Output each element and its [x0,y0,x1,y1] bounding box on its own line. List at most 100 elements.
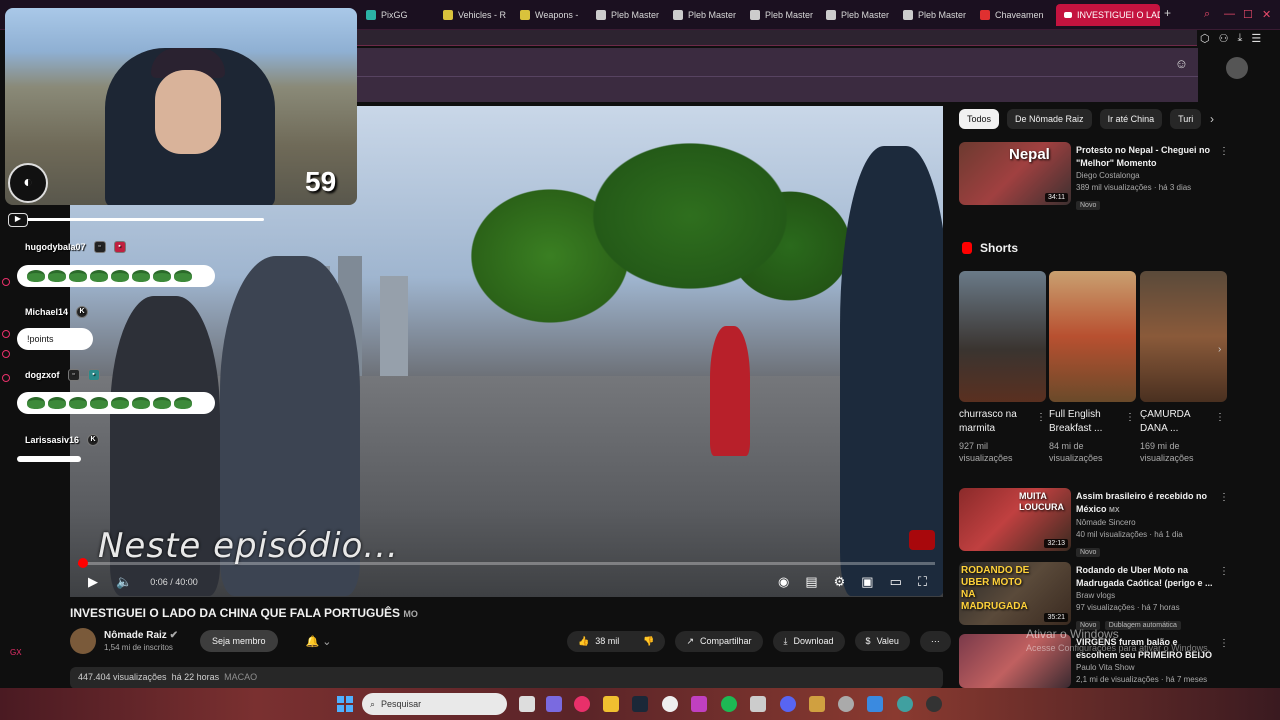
discord-icon[interactable] [780,696,796,712]
frog-emote-icon [27,270,45,282]
theater-mode-icon[interactable]: ▭ [890,574,902,590]
volume-icon[interactable]: 🔈 [116,574,132,590]
app-icon[interactable] [809,696,825,712]
more-options-icon[interactable]: ⋮ [1036,412,1046,423]
more-options-icon[interactable]: ⋮ [1219,566,1229,577]
kick-badge-icon: K [76,306,89,318]
app-icon[interactable] [750,696,766,712]
app-icon[interactable] [691,696,707,712]
progress-bar[interactable] [78,558,935,568]
minimize-icon[interactable]: — [1224,8,1235,20]
more-options-icon[interactable]: ⋮ [1219,146,1229,157]
recommended-video[interactable]: RODANDO DE UBER MOTO NA MADRUGADA 35:21 … [959,562,1259,630]
app-icon[interactable] [926,696,942,712]
emoji-icon[interactable]: ☺ [1175,56,1188,71]
video-thumbnail[interactable]: Nepal 34:11 [959,142,1071,205]
short-title[interactable]: ÇAMURDA DANA ... [1140,408,1216,436]
tab-pleb-master-4[interactable]: Pleb Master [826,4,898,26]
tab-pixgg[interactable]: PixGG [366,4,438,26]
share-button[interactable]: ↗ Compartilhar [675,630,763,652]
stream-logo-icon: ◐ [8,163,48,203]
tab-pleb-master-2[interactable]: Pleb Master [673,4,745,26]
more-options-icon[interactable]: ⋮ [1219,638,1229,649]
sidebar-dot-icon[interactable] [2,330,10,338]
avatar[interactable] [1226,57,1248,79]
channel-name[interactable]: Nômade Raiz ✔ [104,630,178,641]
tab-weapons[interactable]: Weapons - [520,4,592,26]
thumbs-down-icon[interactable]: 👎 [643,636,654,647]
app-icon[interactable] [838,696,854,712]
app-icon[interactable] [662,696,678,712]
frog-emote-icon [174,270,192,282]
windows-start-icon[interactable] [337,696,353,712]
steam-icon[interactable] [632,696,648,712]
feather-icon [596,10,606,20]
chip-all[interactable]: Todos [959,109,1000,129]
opera-gx-icon[interactable] [574,696,590,712]
fullscreen-icon[interactable]: ⛶ [918,574,927,590]
app-icon[interactable] [867,696,883,712]
short-title[interactable]: churrasco na marmita [959,408,1035,436]
tab-pleb-master-3[interactable]: Pleb Master [750,4,822,26]
subscriber-badge-icon: ▫ [93,241,106,253]
tab-active-video[interactable]: INVESTIGUEI O LADO [1056,4,1160,26]
frog-emote-icon [48,270,66,282]
bell-icon[interactable]: 🔔 ⌄ [306,635,332,648]
chip-china[interactable]: Ir até China [1099,109,1163,129]
more-options-icon[interactable]: ⋮ [1215,412,1225,423]
chip-tourism[interactable]: Turi [1170,109,1202,129]
short-title[interactable]: Full English Breakfast ... [1049,408,1125,436]
taskbar-search[interactable]: ⌕ Pesquisar [362,693,507,715]
task-view-icon[interactable] [519,696,535,712]
app-icon[interactable] [897,696,913,712]
more-actions-button[interactable]: ⋯ [919,630,951,652]
extensions-icon[interactable]: ⬡ [1200,32,1210,45]
copilot-icon[interactable] [546,696,562,712]
recommended-video[interactable]: Nepal 34:11 Protesto no Nepal - Cheguei … [959,142,1259,210]
video-thumbnail[interactable]: RODANDO DE UBER MOTO NA MADRUGADA 35:21 [959,562,1071,625]
join-button[interactable]: Seja membro [199,630,278,652]
gx-label: GX [10,648,22,657]
channel-avatar[interactable] [70,628,96,654]
maximize-icon[interactable]: ☐ [1243,8,1253,21]
search-tabs-icon[interactable]: ⌕ [1204,8,1210,21]
short-thumbnail[interactable] [959,271,1046,402]
country-flag: MO [403,609,418,619]
play-icon[interactable]: ▶ [88,574,98,590]
sidebar-dot-icon[interactable] [2,350,10,358]
miniplayer-icon[interactable]: ▣ [861,574,873,590]
more-options-icon[interactable]: ⋮ [1219,492,1229,503]
chevron-right-icon[interactable]: › [1218,344,1221,355]
short-thumbnail[interactable] [1049,271,1136,402]
chip-channel[interactable]: De Nômade Raiz [1007,109,1092,129]
tab-vehicles[interactable]: Vehicles - R [443,4,515,26]
youtube-header: ☺ [355,48,1198,102]
close-icon[interactable]: ✕ [1262,8,1271,21]
settings-icon[interactable]: ⚙ [834,574,846,590]
channel-watermark-icon[interactable] [909,530,935,550]
menu-icon[interactable]: ☰ [1251,32,1261,45]
like-button[interactable]: 👍 38 mil 👎 [567,630,666,652]
tab-pleb-master-5[interactable]: Pleb Master [903,4,975,26]
short-thumbnail[interactable] [1140,271,1227,402]
new-tab-button[interactable]: + [1164,6,1171,20]
sidebar-dot-icon[interactable] [2,374,10,382]
autoplay-toggle[interactable]: ◉ [778,574,789,590]
file-explorer-icon[interactable] [603,696,619,712]
subtitles-icon[interactable]: ▤ [805,574,817,590]
sidebar-dot-icon[interactable] [2,278,10,286]
tab-pleb-master-1[interactable]: Pleb Master [596,4,668,26]
description-box[interactable]: 447.404 visualizações há 22 horas MACAO [70,667,943,689]
address-bar[interactable] [355,30,1197,46]
chevron-right-icon[interactable]: › [1210,112,1214,126]
download-button[interactable]: ⤓ Download [772,630,845,652]
more-options-icon[interactable]: ⋮ [1125,412,1135,423]
spotify-icon[interactable] [721,696,737,712]
account-icon[interactable]: ⚇ [1219,32,1229,45]
download-icon[interactable]: ⤓ [1237,32,1242,45]
video-thumbnail[interactable]: MUITA LOUCURA 32:13 [959,488,1071,551]
recommended-video[interactable]: MUITA LOUCURA 32:13 Assim brasileiro é r… [959,488,1259,557]
feather-icon [750,10,760,20]
thanks-button[interactable]: $ Valeu [854,631,910,651]
tab-chaveamento[interactable]: Chaveamen [980,4,1052,26]
